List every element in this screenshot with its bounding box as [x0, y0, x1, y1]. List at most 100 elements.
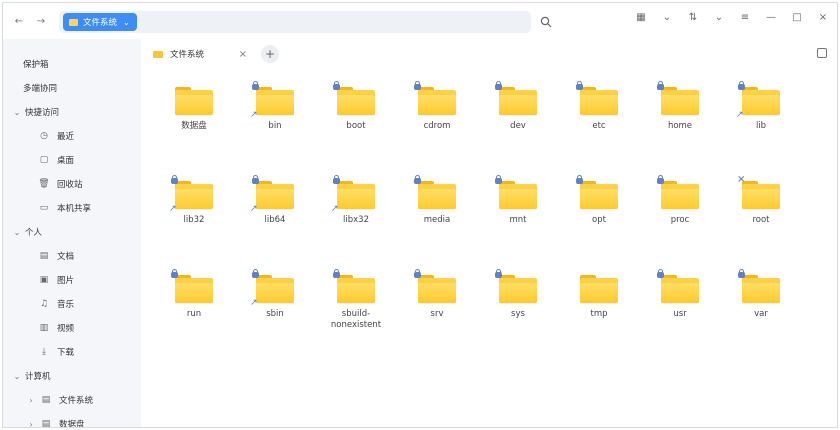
folder-icon [580, 273, 618, 303]
chevron-down-icon[interactable]: ⌄ [661, 12, 673, 23]
lock-icon [414, 81, 421, 90]
sidebar-item[interactable]: 保护箱 [3, 53, 141, 75]
folder-name: dev [510, 121, 526, 131]
folder-item[interactable]: dev [483, 81, 553, 157]
tab-file-system[interactable]: 文件系统 × [147, 43, 253, 65]
list-icon[interactable]: ≡ [739, 12, 751, 23]
folder-item[interactable]: run [159, 269, 229, 345]
lock-icon [333, 269, 340, 278]
folder-item[interactable]: opt [564, 175, 634, 251]
chevron-icon: ⌄ [13, 371, 21, 381]
sidebar-item-label: 桌面 [57, 156, 75, 166]
sidebar-item[interactable]: 🗑 回收站 [3, 173, 141, 195]
lock-icon [171, 175, 178, 184]
grid-icon[interactable]: ▦ [635, 12, 647, 23]
folder-name: media [423, 215, 451, 225]
sidebar-item-label: 下载 [57, 348, 75, 358]
lock-icon [576, 175, 583, 184]
folder-item[interactable]: ↗ sbin [240, 269, 310, 345]
folder-item[interactable]: ↗ lib64 [240, 175, 310, 251]
folder-item[interactable]: sbuild-nonexistent [321, 269, 391, 345]
folder-item[interactable]: ↗ lib32 [159, 175, 229, 251]
folder-icon [657, 175, 699, 209]
folder-icon [495, 269, 537, 303]
folder-item[interactable]: ↗ libx32 [321, 175, 391, 251]
lock-icon [414, 175, 421, 184]
file-grid: 数据盘 ↗ bin boot cdrom dev etc home ↗ lib ↗ lib32 ↗ lib… [141, 67, 837, 427]
lock-icon [738, 81, 745, 90]
sidebar-icon: ▢ [39, 155, 49, 165]
folder-item[interactable]: × root [726, 175, 796, 251]
folder-icon [576, 81, 618, 115]
folder-item[interactable]: mnt [483, 175, 553, 251]
maximize-icon[interactable]: □ [791, 12, 803, 23]
chevron-icon: ⌄ [13, 227, 21, 237]
sidebar-item[interactable]: ⤓ 下载 [3, 341, 141, 363]
folder-icon [495, 81, 537, 115]
sidebar-item[interactable]: ⌄ 快捷访问 [3, 101, 141, 123]
folder-icon: ↗ [250, 81, 294, 120]
folder-item[interactable]: var [726, 269, 796, 345]
sidebar-item[interactable]: ⌄ 个人 [3, 221, 141, 243]
folder-item[interactable]: srv [402, 269, 472, 345]
folder-item[interactable]: ↗ lib [726, 81, 796, 157]
sidebar-item[interactable]: ▥ 视频 [3, 317, 141, 339]
sidebar-item[interactable]: ♫ 音乐 [3, 293, 141, 315]
sidebar-item[interactable]: › ▤ 文件系统 [3, 389, 141, 411]
folder-item[interactable]: sys [483, 269, 553, 345]
chevron-icon: › [29, 419, 33, 428]
add-tab-button[interactable]: + [261, 45, 279, 63]
folder-name: mnt [509, 215, 527, 225]
sidebar-item[interactable]: 多端协同 [3, 77, 141, 99]
folder-item[interactable]: usr [645, 269, 715, 345]
folder-item[interactable]: proc [645, 175, 715, 251]
folder-item[interactable]: etc [564, 81, 634, 157]
breadcrumb-chip[interactable]: 文件系统 ⌄ [63, 13, 137, 31]
close-icon[interactable]: × [817, 12, 829, 23]
folder-name: run [186, 309, 202, 319]
sidebar-item[interactable]: ▣ 图片 [3, 269, 141, 291]
sidebar-item-label: 视频 [57, 324, 75, 334]
folder-name: cdrom [423, 121, 451, 131]
sidebar-item[interactable]: ▢ 桌面 [3, 149, 141, 171]
folder-item[interactable]: media [402, 175, 472, 251]
folder-item[interactable]: home [645, 81, 715, 157]
sidebar-item-label: 回收站 [57, 180, 83, 190]
tab-label: 文件系统 [170, 50, 205, 60]
sidebar-item[interactable]: ⌄ 计算机 [3, 365, 141, 387]
minimize-icon[interactable]: — [765, 12, 777, 23]
folder-icon [576, 175, 618, 209]
folder-name: opt [592, 215, 606, 225]
folder-item[interactable]: 数据盘 [159, 85, 229, 157]
sidebar-item[interactable]: › ▤ 数据盘 [3, 413, 141, 428]
folder-name: sys [511, 309, 525, 319]
file-manager-window: ← → 文件系统 ⌄ ▦ ⌄ ⇅ ⌄ ≡ — □ × 保护箱 多端协同 ⌄ 快捷访问 ◷… [2, 2, 838, 428]
sidebar-item[interactable]: ◷ 最近 [3, 125, 141, 147]
symlink-icon: ↗ [169, 204, 177, 214]
back-button[interactable]: ← [11, 13, 27, 29]
sidebar-item[interactable]: ▤ 文档 [3, 245, 141, 267]
folder-item[interactable]: tmp [564, 273, 634, 345]
folder-item[interactable]: cdrom [402, 81, 472, 157]
tab-close-icon[interactable]: × [239, 49, 247, 60]
folder-icon: × [737, 175, 780, 209]
symlink-icon: ↗ [250, 110, 258, 120]
folder-item[interactable]: boot [321, 81, 391, 157]
folder-name: tmp [590, 309, 608, 319]
forward-button[interactable]: → [33, 13, 49, 29]
sidebar-item-label: 数据盘 [59, 420, 85, 428]
split-view-icon[interactable] [817, 48, 827, 58]
sidebar-icon: ▤ [41, 395, 51, 405]
lock-icon [252, 175, 259, 184]
chevron-down-icon[interactable]: ⌄ [713, 12, 725, 23]
sidebar-item[interactable]: ▭ 本机共享 [3, 197, 141, 219]
folder-icon [414, 269, 456, 303]
sort-icon[interactable]: ⇅ [687, 12, 699, 23]
folder-item[interactable]: ↗ bin [240, 81, 310, 157]
search-button[interactable] [537, 13, 555, 31]
no-access-icon: × [737, 174, 746, 185]
lock-icon [252, 269, 259, 278]
symlink-icon: ↗ [250, 204, 258, 214]
sidebar-icon: ▤ [39, 251, 49, 261]
lock-icon [657, 175, 664, 184]
